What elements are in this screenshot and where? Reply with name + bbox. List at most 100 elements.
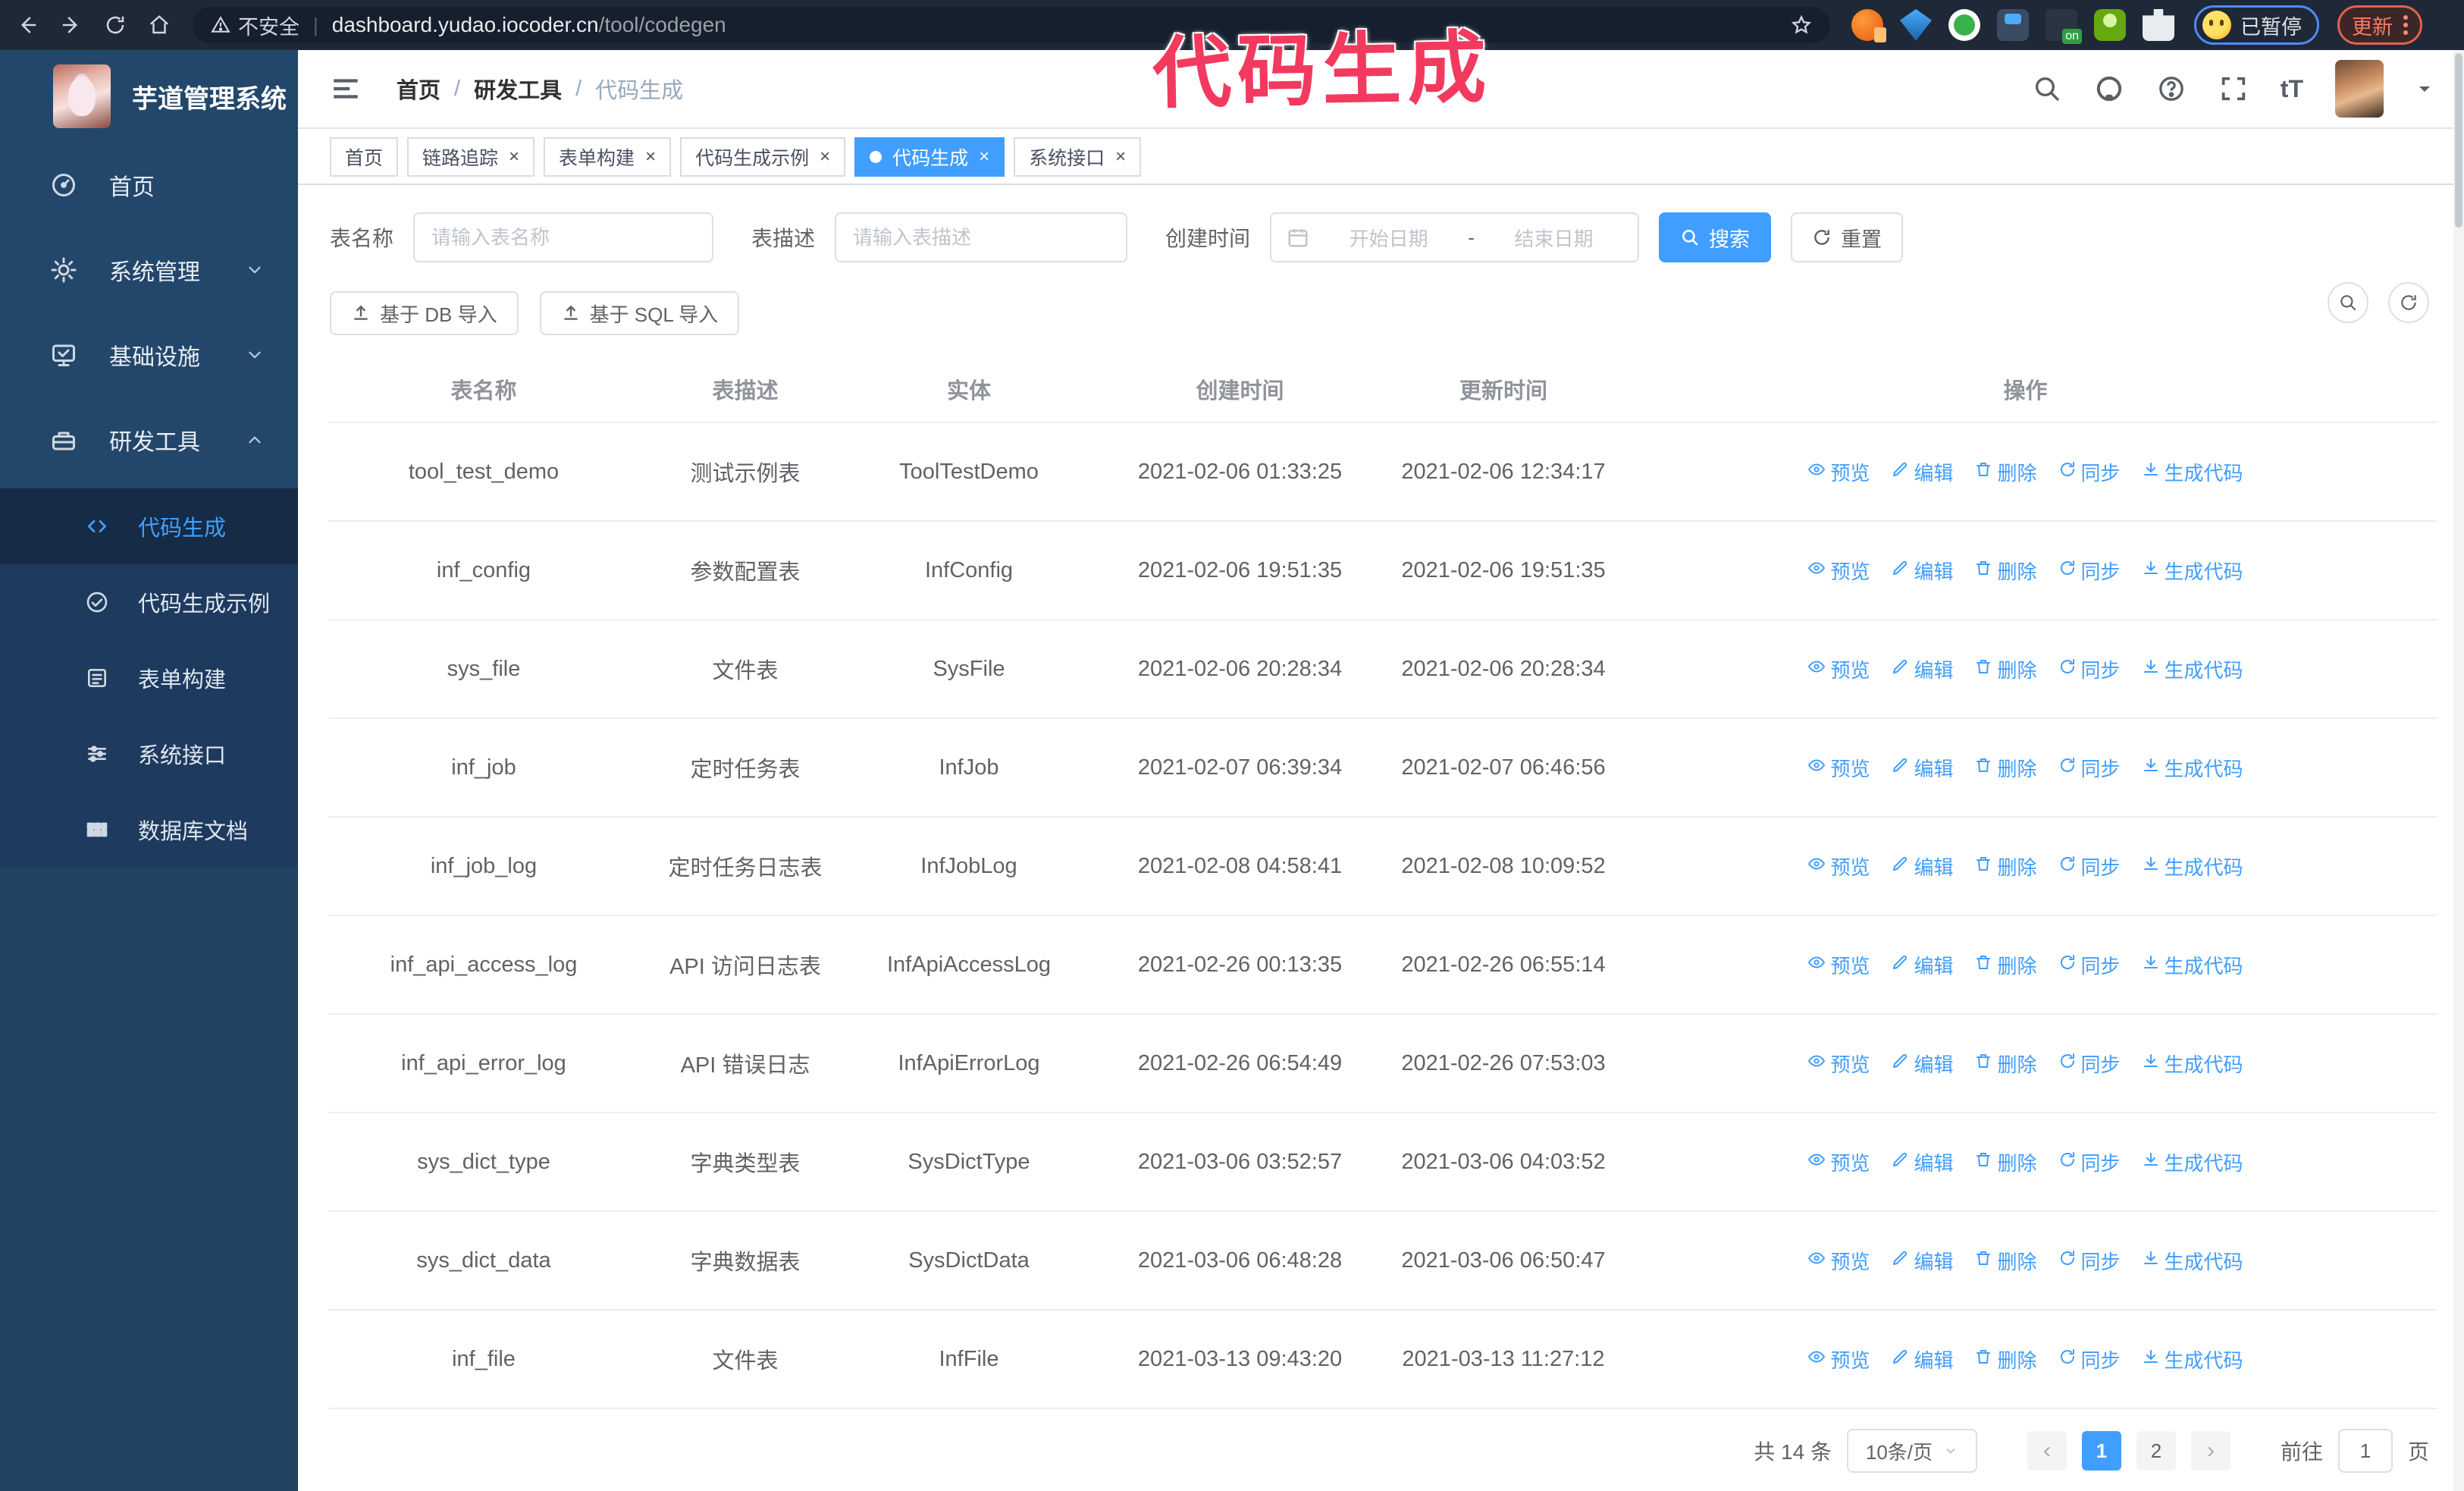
update-button[interactable]: 更新 xyxy=(2337,5,2422,45)
extension-person-icon[interactable] xyxy=(2094,9,2126,41)
action-delete-link[interactable]: 删除 xyxy=(1974,754,2037,782)
date-end-placeholder[interactable]: 结束日期 xyxy=(1485,224,1622,252)
action-sync-link[interactable]: 同步 xyxy=(2058,1345,2121,1373)
font-size-icon[interactable]: tT xyxy=(2281,75,2303,103)
action-delete-link[interactable]: 删除 xyxy=(1974,655,2037,683)
action-delete-link[interactable]: 删除 xyxy=(1974,1345,2037,1373)
search-icon[interactable] xyxy=(2032,74,2062,104)
close-icon[interactable]: × xyxy=(979,148,989,166)
home-icon[interactable] xyxy=(143,8,176,42)
action-edit-link[interactable]: 编辑 xyxy=(1891,557,1953,585)
import-db-button[interactable]: 基于 DB 导入 xyxy=(330,291,519,335)
help-icon[interactable] xyxy=(2156,74,2187,104)
action-sync-link[interactable]: 同步 xyxy=(2058,1247,2121,1275)
extension-orange-icon[interactable] xyxy=(1851,9,1886,42)
tab-2[interactable]: 链路追踪 × xyxy=(407,137,535,177)
action-preview-link[interactable]: 预览 xyxy=(1807,1345,1870,1373)
prev-page-button[interactable]: ‹ xyxy=(2027,1431,2067,1471)
action-sync-link[interactable]: 同步 xyxy=(2058,951,2121,979)
github-icon[interactable] xyxy=(2094,74,2124,104)
action-edit-link[interactable]: 编辑 xyxy=(1891,1247,1953,1275)
url-bar[interactable]: 不安全 | dashboard.yudao.iocoder.cn /tool/c… xyxy=(193,7,1830,43)
sidebar-item-3[interactable]: 基础设施 xyxy=(0,312,298,397)
action-delete-link[interactable]: 删除 xyxy=(1974,1247,2037,1275)
sidebar-subitem-5[interactable]: 数据库文档 xyxy=(0,792,298,868)
close-icon[interactable]: × xyxy=(820,148,830,166)
extension-on-badge-icon[interactable] xyxy=(2045,9,2082,44)
sidebar-subitem-4[interactable]: 系统接口 xyxy=(0,716,298,792)
hamburger-icon[interactable] xyxy=(330,73,362,105)
action-preview-link[interactable]: 预览 xyxy=(1807,655,1870,683)
page-button-1[interactable]: 1 xyxy=(2081,1431,2121,1471)
date-start-placeholder[interactable]: 开始日期 xyxy=(1320,224,1457,252)
reset-button[interactable]: 重置 xyxy=(1791,212,1904,262)
close-icon[interactable]: × xyxy=(645,148,656,166)
sidebar-subitem-2[interactable]: 代码生成示例 xyxy=(0,564,298,640)
action-generate-link[interactable]: 生成代码 xyxy=(2142,852,2243,880)
action-generate-link[interactable]: 生成代码 xyxy=(2142,1345,2243,1373)
user-avatar[interactable] xyxy=(2335,60,2384,118)
reload-icon[interactable] xyxy=(99,8,132,42)
action-delete-link[interactable]: 删除 xyxy=(1974,951,2037,979)
action-edit-link[interactable]: 编辑 xyxy=(1891,458,1953,486)
tab-6[interactable]: 系统接口 × xyxy=(1014,137,1142,177)
action-generate-link[interactable]: 生成代码 xyxy=(2142,754,2243,782)
action-preview-link[interactable]: 预览 xyxy=(1807,951,1870,979)
action-preview-link[interactable]: 预览 xyxy=(1807,754,1870,782)
action-sync-link[interactable]: 同步 xyxy=(2058,655,2121,683)
action-generate-link[interactable]: 生成代码 xyxy=(2142,458,2243,486)
action-sync-link[interactable]: 同步 xyxy=(2058,1050,2121,1078)
action-preview-link[interactable]: 预览 xyxy=(1807,458,1870,486)
action-edit-link[interactable]: 编辑 xyxy=(1891,951,1953,979)
search-button[interactable]: 搜索 xyxy=(1659,212,1772,262)
security-label[interactable]: 不安全 xyxy=(238,11,299,40)
action-delete-link[interactable]: 删除 xyxy=(1974,557,2037,585)
sidebar-item-1[interactable]: 首页 xyxy=(0,143,298,228)
action-edit-link[interactable]: 编辑 xyxy=(1891,1148,1953,1176)
tab-5[interactable]: 代码生成 × xyxy=(854,137,1005,177)
close-icon[interactable]: × xyxy=(1115,148,1126,166)
action-edit-link[interactable]: 编辑 xyxy=(1891,1345,1953,1373)
action-edit-link[interactable]: 编辑 xyxy=(1891,655,1953,683)
action-delete-link[interactable]: 删除 xyxy=(1974,458,2037,486)
action-edit-link[interactable]: 编辑 xyxy=(1891,852,1953,880)
bookmark-star-icon[interactable] xyxy=(1791,14,1812,36)
close-icon[interactable]: × xyxy=(509,148,519,166)
user-caret-down-icon[interactable] xyxy=(2415,80,2434,98)
action-generate-link[interactable]: 生成代码 xyxy=(2142,1247,2243,1275)
extension-shield-icon[interactable] xyxy=(1948,9,1980,41)
back-icon[interactable] xyxy=(11,8,44,42)
sidebar-subitem-1[interactable]: 代码生成 xyxy=(0,488,298,564)
scrollbar-thumb[interactable] xyxy=(2455,53,2462,228)
sidebar-subitem-3[interactable]: 表单构建 xyxy=(0,640,298,716)
action-sync-link[interactable]: 同步 xyxy=(2058,557,2121,585)
sidebar-item-2[interactable]: 系统管理 xyxy=(0,228,298,312)
action-generate-link[interactable]: 生成代码 xyxy=(2142,655,2243,683)
action-edit-link[interactable]: 编辑 xyxy=(1891,1050,1953,1078)
table-desc-input[interactable] xyxy=(835,212,1128,262)
action-preview-link[interactable]: 预览 xyxy=(1807,557,1870,585)
action-sync-link[interactable]: 同步 xyxy=(2058,852,2121,880)
action-preview-link[interactable]: 预览 xyxy=(1807,852,1870,880)
action-sync-link[interactable]: 同步 xyxy=(2058,458,2121,486)
action-delete-link[interactable]: 删除 xyxy=(1974,852,2037,880)
breadcrumb-item[interactable]: 研发工具 xyxy=(474,73,562,105)
profile-paused-chip[interactable]: 已暂停 xyxy=(2194,5,2319,45)
extensions-puzzle-icon[interactable] xyxy=(2143,9,2174,41)
import-sql-button[interactable]: 基于 SQL 导入 xyxy=(539,291,740,335)
action-delete-link[interactable]: 删除 xyxy=(1974,1050,2037,1078)
breadcrumb-item[interactable]: 首页 xyxy=(397,73,440,105)
page-size-select[interactable]: 10条/页 xyxy=(1846,1429,1977,1473)
toggle-search-icon[interactable] xyxy=(2328,282,2368,323)
action-preview-link[interactable]: 预览 xyxy=(1807,1050,1870,1078)
action-preview-link[interactable]: 预览 xyxy=(1807,1247,1870,1275)
date-range-picker[interactable]: 开始日期 - 结束日期 xyxy=(1270,212,1640,262)
action-generate-link[interactable]: 生成代码 xyxy=(2142,951,2243,979)
forward-icon[interactable] xyxy=(55,8,88,42)
tab-1[interactable]: 首页 xyxy=(330,137,399,177)
next-page-button[interactable]: › xyxy=(2190,1431,2230,1471)
browser-menu-dots-icon[interactable] xyxy=(2403,15,2408,35)
action-delete-link[interactable]: 删除 xyxy=(1974,1148,2037,1176)
action-preview-link[interactable]: 预览 xyxy=(1807,1148,1870,1176)
goto-page-input[interactable] xyxy=(2337,1429,2393,1473)
